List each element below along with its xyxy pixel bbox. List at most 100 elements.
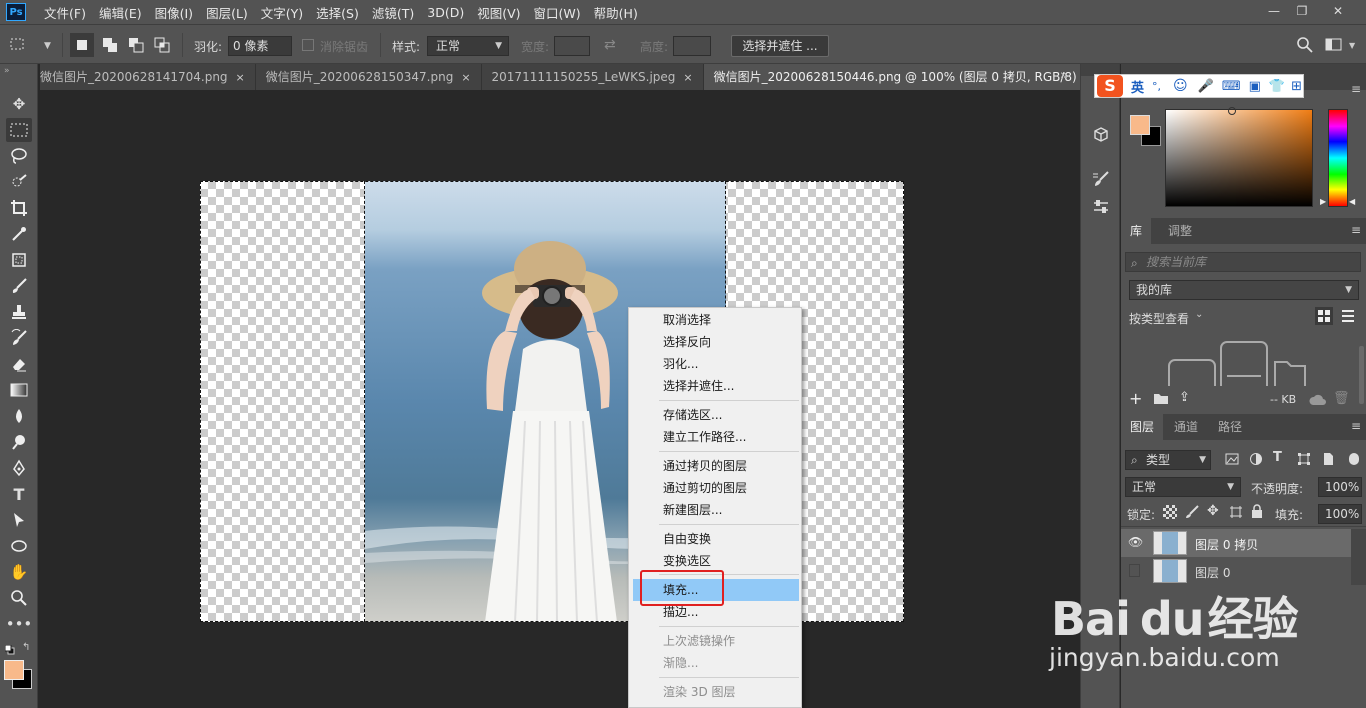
brush-settings-icon[interactable] (1091, 170, 1111, 190)
tab-document-1[interactable]: 微信图片_20200628141704.png × (40, 64, 256, 90)
layer-filter-select[interactable]: ⌕ 类型 ▼ (1125, 450, 1211, 470)
tab-paths[interactable]: 路径 (1209, 414, 1251, 440)
frame-tool-icon[interactable] (6, 248, 32, 272)
library-scrollbar[interactable] (1359, 346, 1364, 404)
close-icon[interactable]: × (461, 71, 470, 84)
lock-pixels-icon[interactable] (1185, 505, 1199, 519)
tab-libraries[interactable]: 库 (1121, 218, 1152, 244)
eye-icon[interactable]: 👁 (1128, 535, 1143, 549)
close-window-button[interactable]: ✕ (1327, 3, 1349, 19)
workspace-icon[interactable] (1325, 37, 1343, 53)
menu-window[interactable]: 窗口(W) (534, 3, 581, 22)
panel-menu-icon[interactable]: ≡ (1351, 223, 1361, 237)
marquee-tool-icon[interactable] (6, 118, 32, 142)
menu-grid-icon[interactable]: ⊞ (1291, 79, 1302, 94)
upload-icon[interactable]: ⇪ (1179, 390, 1190, 405)
collapse-icon[interactable]: » (4, 66, 10, 76)
menu-item-select-and-mask[interactable]: 选择并遮住... (629, 375, 801, 397)
menu-item-transform-selection[interactable]: 变换选区 (629, 550, 801, 572)
chevron-down-icon[interactable]: ⌄ (1195, 309, 1203, 320)
menu-file[interactable]: 文件(F) (44, 3, 86, 22)
layers-scrollbar[interactable] (1351, 529, 1366, 585)
pen-tool-icon[interactable] (6, 456, 32, 480)
layer-row-selected[interactable]: 👁 图层 0 拷贝 (1121, 529, 1351, 557)
emoji-icon[interactable]: ☺ (1173, 78, 1188, 94)
close-icon[interactable]: × (683, 71, 692, 84)
smart-object-filter-icon[interactable] (1321, 452, 1335, 466)
keyboard-icon[interactable]: ⌨ (1222, 79, 1241, 94)
list-view-icon[interactable] (1339, 307, 1357, 325)
menu-layer[interactable]: 图层(L) (206, 3, 248, 22)
3d-cube-icon[interactable] (1091, 126, 1111, 146)
menu-item-deselect[interactable]: 取消选择 (629, 309, 801, 331)
select-and-mask-button[interactable]: 选择并遮住 ... (731, 35, 829, 57)
lasso-tool-icon[interactable] (6, 144, 32, 168)
hand-tool-icon[interactable]: ✋ (6, 560, 32, 584)
type-filter-icon[interactable]: T (1273, 450, 1282, 465)
brush-tool-icon[interactable] (6, 274, 32, 298)
layer-name[interactable]: 图层 0 拷贝 (1195, 536, 1258, 553)
menu-item-select-inverse[interactable]: 选择反向 (629, 331, 801, 353)
menu-image[interactable]: 图像(I) (155, 3, 193, 22)
marquee-preset-icon[interactable] (8, 35, 26, 53)
layer-row[interactable]: 图层 0 (1121, 557, 1351, 585)
path-select-tool-icon[interactable] (6, 508, 32, 532)
zoom-tool-icon[interactable] (6, 586, 32, 610)
panel-menu-icon[interactable]: ≡ (1351, 419, 1361, 433)
style-select[interactable]: 正常 ▼ (427, 36, 509, 56)
ellipse-tool-icon[interactable] (6, 534, 32, 558)
blend-mode-select[interactable]: 正常 ▼ (1125, 477, 1241, 497)
swap-colors-icon[interactable]: ↰ (22, 642, 30, 653)
shape-filter-icon[interactable] (1297, 452, 1311, 466)
menu-type[interactable]: 文字(Y) (261, 3, 303, 22)
menu-item-make-work-path[interactable]: 建立工作路径... (629, 426, 801, 448)
crop-tool-icon[interactable] (6, 196, 32, 220)
menu-3d[interactable]: 3D(D) (427, 5, 464, 20)
filter-toggle-icon[interactable] (1349, 453, 1359, 465)
tab-layers[interactable]: 图层 (1121, 414, 1164, 440)
menu-item-free-transform[interactable]: 自由变换 (629, 528, 801, 550)
height-input[interactable] (673, 36, 711, 56)
feather-input[interactable]: 0 像素 (228, 36, 292, 56)
menu-item-layer-via-copy[interactable]: 通过拷贝的图层 (629, 455, 801, 477)
menu-select[interactable]: 选择(S) (316, 3, 359, 22)
menu-help[interactable]: 帮助(H) (594, 3, 638, 22)
adjustments-icon[interactable] (1091, 198, 1111, 218)
add-selection-icon[interactable] (98, 33, 122, 57)
close-icon[interactable]: × (236, 71, 245, 84)
eyedropper-tool-icon[interactable] (6, 222, 32, 246)
microphone-icon[interactable]: 🎤 (1198, 79, 1214, 94)
quick-select-tool-icon[interactable] (6, 170, 32, 194)
hue-slider[interactable] (1328, 109, 1348, 207)
tab-channels[interactable]: 通道 (1165, 414, 1207, 440)
pixel-filter-icon[interactable] (1225, 452, 1239, 466)
stamp-tool-icon[interactable] (6, 300, 32, 324)
gradient-tool-icon[interactable] (6, 378, 32, 402)
type-tool-icon[interactable]: T (6, 482, 32, 506)
menu-item-save-selection[interactable]: 存储选区... (629, 404, 801, 426)
antialias-checkbox[interactable] (302, 39, 314, 51)
menu-item-feather[interactable]: 羽化... (629, 353, 801, 375)
ime-punctuation[interactable]: °, (1152, 80, 1161, 93)
minimize-button[interactable]: — (1263, 3, 1285, 19)
library-select[interactable]: 我的库 ▼ (1129, 280, 1359, 300)
visibility-toggle-empty[interactable] (1129, 564, 1140, 577)
restore-button[interactable]: ❐ (1291, 3, 1313, 19)
lock-position-icon[interactable]: ✥ (1207, 503, 1219, 519)
cloud-sync-icon[interactable] (1309, 394, 1327, 406)
adjustment-filter-icon[interactable] (1249, 452, 1263, 466)
move-tool-icon[interactable]: ✥ (6, 92, 32, 116)
search-icon[interactable] (1296, 36, 1314, 54)
default-colors-icon[interactable] (4, 644, 15, 655)
hue-slider-handle[interactable]: ▶ (1320, 197, 1326, 206)
menu-item-layer-via-cut[interactable]: 通过剪切的图层 (629, 477, 801, 499)
view-by-type-label[interactable]: 按类型查看 (1129, 310, 1189, 327)
fill-input[interactable]: 100% (1318, 504, 1362, 524)
history-brush-tool-icon[interactable] (6, 326, 32, 350)
skin-icon[interactable]: 👕 (1269, 79, 1285, 94)
canvas-area[interactable] (40, 90, 1080, 708)
menu-view[interactable]: 视图(V) (477, 3, 520, 22)
opacity-input[interactable]: 100% (1318, 477, 1362, 497)
library-search-input[interactable]: ⌕ 搜索当前库 (1125, 252, 1361, 272)
folder-icon[interactable] (1153, 392, 1169, 405)
